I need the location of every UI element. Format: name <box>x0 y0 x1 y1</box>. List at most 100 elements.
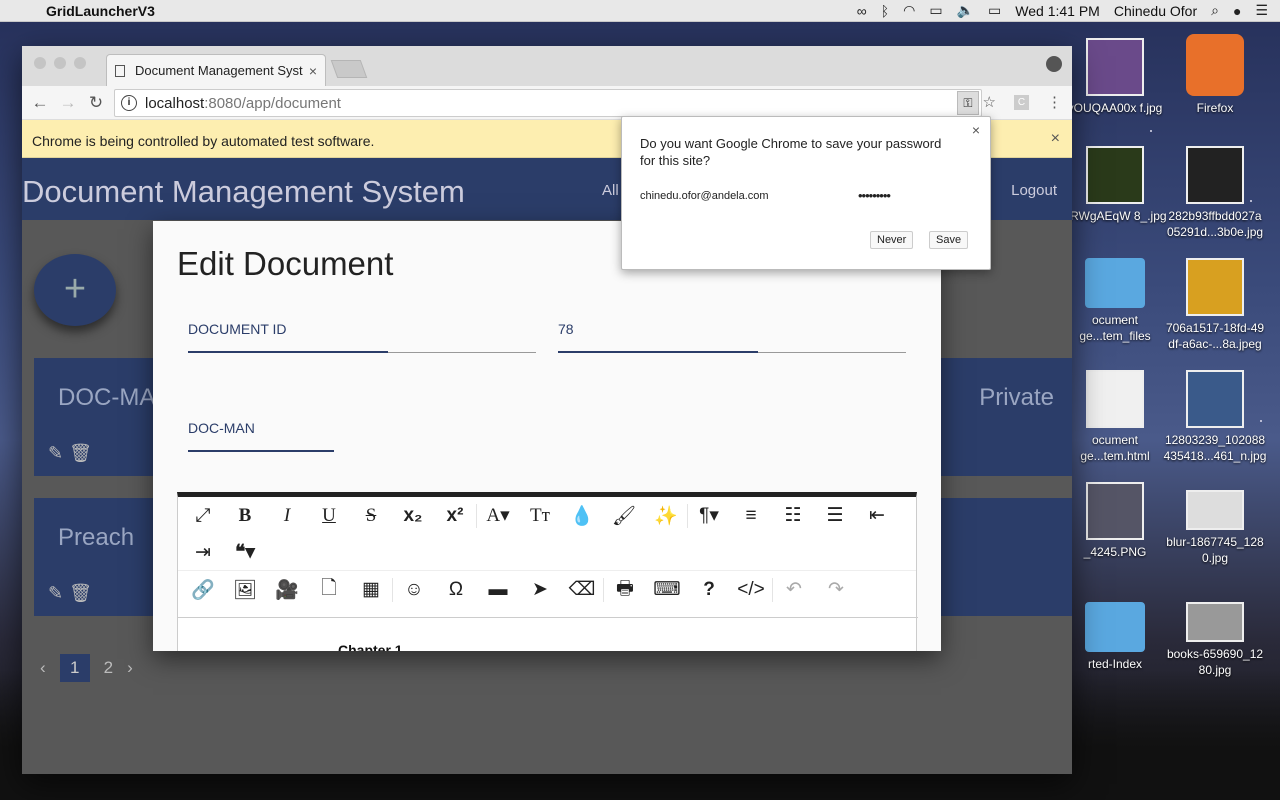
key-icon[interactable]: ⚿ <box>957 91 979 115</box>
desktop-file-icon[interactable]: yOUQAA00x f.jpg <box>1060 38 1170 116</box>
infobar-text: Chrome is being controlled by automated … <box>32 133 375 149</box>
superscript-icon[interactable]: x² <box>434 505 476 527</box>
minimize-window-button[interactable] <box>54 57 66 69</box>
paint-brush-icon[interactable]: 🖌 <box>603 504 645 528</box>
desktop-html-file-icon[interactable]: ocument ge...tem.html <box>1060 370 1170 464</box>
color-drop-icon[interactable]: 💧 <box>561 504 603 528</box>
pagination: ‹ 1 2 › <box>40 654 133 682</box>
document-id-label-field[interactable]: DOCUMENT ID <box>188 321 536 353</box>
delete-icon[interactable]: 🗑 <box>69 583 98 603</box>
align-left-icon[interactable]: ≡ <box>730 505 772 527</box>
firefox-icon[interactable]: Firefox <box>1160 34 1270 116</box>
bold-icon[interactable]: B <box>224 505 266 527</box>
clear-formatting-icon[interactable]: ⌫ <box>561 578 603 601</box>
desktop-folder-icon[interactable]: ocument ge...tem_files <box>1060 258 1170 344</box>
editor-content[interactable]: Chapter 1 <box>178 617 918 651</box>
bluetooth-icon[interactable]: ᛒ <box>881 3 889 19</box>
desktop-folder-icon[interactable]: rted-Index <box>1060 602 1170 672</box>
app-title[interactable]: Document Management System <box>22 174 465 209</box>
outdent-icon[interactable]: ⇤ <box>856 504 898 527</box>
desktop-file-icon[interactable]: 282b93ffbdd027a 05291d...3b0e.jpg <box>1160 146 1270 240</box>
code-view-icon[interactable]: </> <box>730 579 772 601</box>
save-button[interactable]: Save <box>929 231 969 249</box>
page-2-button[interactable]: 2 <box>104 658 113 678</box>
next-page-icon[interactable]: › <box>127 658 133 678</box>
address-bar[interactable]: i localhost:8080/app/document ⚿ <box>114 89 982 117</box>
nav-all-link[interactable]: All <box>602 182 619 199</box>
clock[interactable]: Wed 1:41 PM <box>1015 3 1100 19</box>
add-document-button[interactable]: + <box>34 254 116 326</box>
desktop-file-icon[interactable]: blur-1867745_128 0.jpg <box>1160 490 1270 566</box>
undo-icon[interactable]: ↶ <box>773 578 815 601</box>
close-infobar-icon[interactable]: × <box>1051 130 1060 148</box>
link-icon[interactable]: 🔗 <box>182 578 224 602</box>
strikethrough-icon[interactable]: S <box>350 505 392 527</box>
wifi-icon[interactable]: ◠ <box>903 2 915 19</box>
new-tab-button[interactable] <box>330 60 368 78</box>
info-icon[interactable]: i <box>121 95 137 111</box>
paragraph-format-icon[interactable]: ¶▾ <box>688 504 730 527</box>
desktop-file-icon[interactable]: books-659690_12 80.jpg <box>1160 602 1270 678</box>
keyboard-icon[interactable]: ⌨ <box>646 578 688 601</box>
zoom-window-button[interactable] <box>74 57 86 69</box>
unordered-list-icon[interactable]: ☰ <box>814 504 856 527</box>
forward-arrow-icon[interactable]: → <box>54 93 82 113</box>
video-icon[interactable]: 🎥 <box>266 578 308 602</box>
close-popup-icon[interactable]: × <box>972 122 980 138</box>
notification-center-icon[interactable]: ☰ <box>1255 2 1268 19</box>
close-window-button[interactable] <box>34 57 46 69</box>
saved-password-mask: ••••••••• <box>858 188 891 203</box>
close-tab-icon[interactable]: × <box>309 63 317 79</box>
desktop-file-icon[interactable]: _4245.PNG <box>1060 482 1170 560</box>
volume-icon[interactable]: 🔈 <box>957 2 974 19</box>
emoticon-icon[interactable]: ☺ <box>393 579 435 601</box>
file-icon[interactable]: 🗋 <box>308 574 350 606</box>
document-id-field[interactable]: 78 <box>558 321 906 353</box>
special-character-icon[interactable]: Ω <box>435 579 477 601</box>
siri-icon[interactable]: ● <box>1233 3 1241 19</box>
desktop-file-icon[interactable]: 3RWgAEqW 8_.jpg <box>1060 146 1170 224</box>
creative-cloud-icon[interactable]: ∞ <box>857 3 867 19</box>
edit-icon[interactable]: ✎ <box>48 583 69 603</box>
subscript-icon[interactable]: x₂ <box>392 505 434 527</box>
document-title-field[interactable]: DOC-MAN <box>188 420 334 452</box>
user-name[interactable]: Chinedu Ofor <box>1114 3 1197 19</box>
font-family-icon[interactable]: A▾ <box>477 504 519 527</box>
profile-icon[interactable] <box>1046 56 1062 72</box>
prev-page-icon[interactable]: ‹ <box>40 658 46 678</box>
extension-icon[interactable]: C <box>1014 94 1029 110</box>
underline-icon[interactable]: U <box>308 505 350 527</box>
url-host: localhost <box>145 94 205 112</box>
back-arrow-icon[interactable]: ← <box>26 93 54 113</box>
redo-icon[interactable]: ↷ <box>815 578 857 601</box>
never-button[interactable]: Never <box>870 231 914 249</box>
magic-wand-icon[interactable]: ✨ <box>645 504 687 528</box>
print-icon[interactable]: 🖶 <box>604 574 646 606</box>
bookmark-star-icon[interactable]: ☆ <box>983 93 996 111</box>
menu-kebab-icon[interactable]: ⋮ <box>1047 93 1062 111</box>
reload-icon[interactable]: ↻ <box>82 93 110 113</box>
horizontal-line-icon[interactable]: ▬ <box>477 579 519 601</box>
airplay-icon[interactable]: ▭ <box>929 2 942 19</box>
help-icon[interactable]: ? <box>688 579 730 601</box>
page-1-button[interactable]: 1 <box>59 654 90 682</box>
desktop-file-icon[interactable]: 706a1517-18fd-49 df-a6ac-...8a.jpeg <box>1160 258 1270 352</box>
select-all-icon[interactable]: ➤ <box>519 578 561 601</box>
battery-icon[interactable]: ▭ <box>988 2 1001 19</box>
indent-icon[interactable]: ⇥ <box>182 541 224 564</box>
table-icon[interactable]: ▦ <box>350 578 392 601</box>
ordered-list-icon[interactable]: ☷ <box>772 504 814 527</box>
quote-icon[interactable]: ❝▾ <box>224 541 266 564</box>
edit-icon[interactable]: ✎ <box>48 443 69 463</box>
spotlight-search-icon[interactable]: ⌕ <box>1211 2 1219 19</box>
image-icon[interactable]: 🖼 <box>224 578 266 602</box>
browser-tab[interactable]: Document Management Syster × <box>106 54 326 86</box>
delete-icon[interactable]: 🗑 <box>69 443 98 463</box>
italic-icon[interactable]: I <box>266 505 308 527</box>
page-icon <box>115 64 125 77</box>
fullscreen-icon[interactable]: ⤢ <box>182 505 224 527</box>
app-name[interactable]: GridLauncherV3 <box>46 3 155 19</box>
font-size-icon[interactable]: Tᴛ <box>519 505 561 527</box>
desktop-file-icon[interactable]: 12803239_102088 435418...461_n.jpg <box>1160 370 1270 464</box>
logout-link[interactable]: Logout <box>1011 182 1057 199</box>
